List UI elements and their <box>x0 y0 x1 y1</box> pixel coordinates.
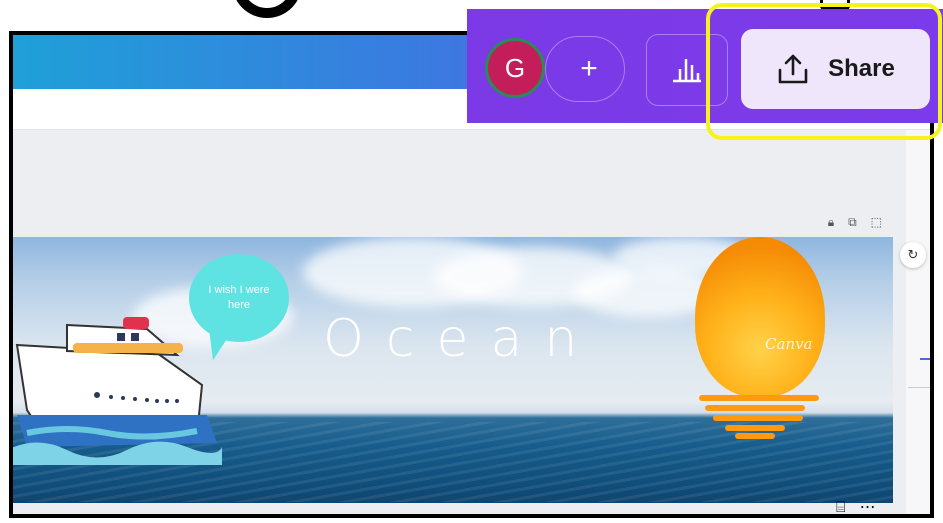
canva-watermark: Canva <box>765 335 813 353</box>
duplicate-icon[interactable]: ⧉ <box>848 215 857 230</box>
lock-icon[interactable]: 🔒︎ <box>828 215 834 230</box>
more-options-icon[interactable]: ⋯ <box>860 497 876 517</box>
sun-reflection <box>713 415 803 421</box>
sun-reflection <box>725 425 785 431</box>
right-side-panel <box>906 130 930 514</box>
user-avatar[interactable]: G <box>485 38 545 98</box>
design-title[interactable]: Ocean <box>323 309 599 369</box>
cruise-ship-illustration[interactable] <box>13 315 222 465</box>
top-partial-letter <box>232 0 302 18</box>
bottom-icons: ⌸ ⋯ <box>836 497 876 517</box>
sunset-sun[interactable] <box>695 237 825 397</box>
design-page[interactable]: Canva Ocean I wish I were here <box>13 237 893 503</box>
trash-icon[interactable]: ⌸ <box>836 497 846 517</box>
sun-reflection <box>705 405 805 411</box>
magic-refresh-icon[interactable]: ↻ <box>900 242 926 268</box>
page-controls: 🔒︎ ⧉ ⬚ <box>828 215 882 230</box>
divider <box>908 387 930 388</box>
scroll-indicator <box>920 358 930 360</box>
sun-reflection <box>735 433 775 439</box>
add-collaborator-button[interactable]: + <box>545 36 625 102</box>
sun-reflection <box>699 395 819 401</box>
share-highlight-annotation <box>706 3 942 140</box>
bar-chart-icon <box>673 59 701 83</box>
add-page-icon[interactable]: ⬚ <box>871 215 882 230</box>
